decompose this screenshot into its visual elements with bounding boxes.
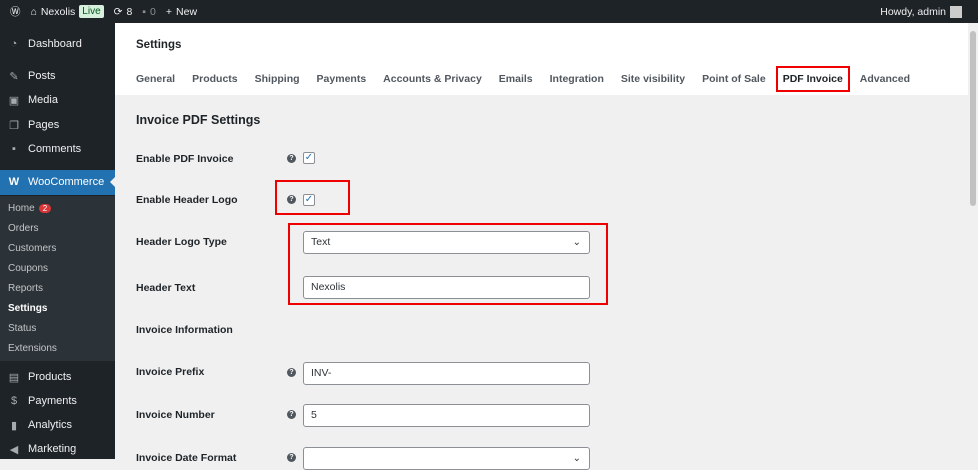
submenu-coupons[interactable]: Coupons	[8, 263, 48, 274]
notification-badge: 2	[38, 204, 52, 213]
help-icon: ?	[287, 154, 296, 163]
media-icon: ▣	[8, 94, 20, 107]
menu-products[interactable]: ▤ Products	[0, 365, 115, 390]
submenu-home[interactable]: Home 2	[8, 203, 52, 214]
tab-payments[interactable]: Payments	[317, 73, 367, 85]
pages-icon: ❐	[9, 119, 19, 132]
help-icon: ?	[287, 368, 296, 377]
admin-bar: Ⓦ ⌂ Nexolis Live ⟳ 8 ▪ 0 + New Howdy, admin	[0, 0, 978, 23]
tab-point-of-sale[interactable]: Point of Sale	[702, 73, 766, 85]
settings-header: Settings General Products Shipping Payme…	[115, 23, 968, 95]
prefix-label: Invoice Prefix	[136, 366, 205, 378]
help-icon: ?	[287, 453, 296, 462]
tab-site-visibility[interactable]: Site visibility	[621, 73, 685, 85]
comment-icon: ▪	[142, 5, 147, 18]
megaphone-icon: ◀	[9, 443, 19, 456]
tab-accounts-privacy[interactable]: Accounts & Privacy	[383, 73, 482, 85]
avatar	[950, 5, 962, 18]
enable-pdf-checkbox[interactable]: ✓	[303, 152, 315, 164]
help-icon: ?	[287, 410, 296, 419]
plus-icon: +	[165, 5, 173, 18]
wordpress-logo-icon[interactable]: Ⓦ	[10, 4, 21, 19]
submenu-orders[interactable]: Orders	[8, 223, 39, 234]
submenu-customers[interactable]: Customers	[8, 243, 56, 254]
enable-logo-label: Enable Header Logo	[136, 194, 238, 206]
pin-icon: ✎	[9, 70, 19, 83]
submenu-reports[interactable]: Reports	[8, 283, 43, 294]
updates-icon: ⟳	[113, 5, 123, 18]
menu-media[interactable]: ▣ Media	[0, 88, 115, 113]
menu-analytics[interactable]: ▮ Analytics	[0, 413, 115, 438]
number-label: Invoice Number	[136, 409, 215, 421]
tab-pdf-invoice[interactable]: PDF Invoice	[775, 66, 850, 92]
invoice-prefix-input[interactable]: INV-	[303, 362, 590, 385]
highlight-box	[288, 223, 608, 305]
menu-dashboard[interactable]: ◔ Dashboard	[0, 32, 115, 57]
section-heading: Invoice PDF Settings	[136, 113, 261, 127]
woo-icon: W	[8, 176, 20, 189]
bar-chart-icon: ▮	[10, 419, 18, 432]
tab-general[interactable]: General	[136, 73, 175, 85]
comment-icon: ▪	[12, 143, 16, 156]
menu-posts[interactable]: ✎ Posts	[0, 64, 115, 89]
new-link[interactable]: + New	[166, 6, 197, 18]
archive-icon: ▤	[8, 371, 20, 384]
tab-products[interactable]: Products	[192, 73, 238, 85]
updates-link[interactable]: ⟳ 8	[114, 6, 133, 18]
tab-advanced[interactable]: Advanced	[860, 73, 910, 85]
scrollbar[interactable]	[968, 23, 978, 459]
invoice-number-input[interactable]: 5	[303, 404, 590, 427]
settings-tabs: General Products Shipping Payments Accou…	[136, 66, 910, 92]
live-badge: Live	[79, 5, 104, 18]
enable-pdf-label: Enable PDF Invoice	[136, 153, 234, 165]
menu-woocommerce[interactable]: W WooCommerce	[0, 170, 115, 195]
scrollbar-thumb[interactable]	[970, 31, 976, 206]
page-title: Settings	[136, 39, 182, 51]
header-text-label: Header Text	[136, 282, 196, 294]
submenu-extensions[interactable]: Extensions	[8, 343, 57, 354]
menu-payments[interactable]: $ Payments	[0, 389, 115, 414]
menu-pages[interactable]: ❐ Pages	[0, 113, 115, 138]
menu-marketing[interactable]: ◀ Marketing	[0, 437, 115, 462]
tab-integration[interactable]: Integration	[550, 73, 604, 85]
dashboard-icon: ◔	[10, 38, 18, 51]
menu-comments[interactable]: ▪ Comments	[0, 137, 115, 162]
tab-shipping[interactable]: Shipping	[255, 73, 300, 85]
logo-type-label: Header Logo Type	[136, 236, 227, 248]
admin-sidebar: ◔ Dashboard ✎ Posts ▣ Media ❐ Pages ▪ Comment…	[0, 23, 115, 459]
invoice-info-heading: Invoice Information	[136, 324, 233, 336]
dollar-icon: $	[10, 395, 18, 408]
woocommerce-submenu: Home 2 Orders Customers Coupons Reports S…	[0, 196, 115, 361]
highlight-box	[275, 180, 350, 215]
tab-emails[interactable]: Emails	[499, 73, 533, 85]
site-link[interactable]: ⌂ Nexolis Live	[31, 5, 104, 18]
submenu-status[interactable]: Status	[8, 323, 36, 334]
home-icon: ⌂	[30, 5, 37, 18]
account-menu[interactable]: Howdy, admin	[880, 5, 962, 18]
submenu-settings[interactable]: Settings	[8, 303, 47, 314]
comments-link[interactable]: ▪ 0	[142, 6, 156, 18]
date-format-label: Invoice Date Format	[136, 452, 237, 464]
